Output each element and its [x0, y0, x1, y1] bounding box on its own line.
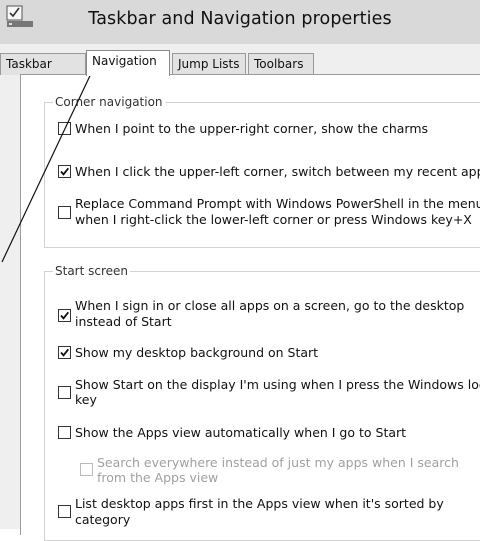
recent-apps-corner-label: When I click the upper-left corner, swit…	[75, 164, 480, 179]
corner-navigation-legend: Corner navigation	[53, 95, 165, 109]
charms-corner-checkbox[interactable]	[58, 122, 71, 135]
recent-apps-corner-checkbox[interactable]	[58, 165, 71, 178]
checkmark-icon	[60, 311, 70, 320]
show-start-display-label-line1: Show Start on the display I'm using when…	[75, 377, 480, 392]
show-start-display-label-line2: key	[75, 392, 97, 407]
checkmark-icon	[60, 167, 70, 176]
window-title: Taskbar and Navigation properties	[88, 9, 392, 29]
apps-view-checkbox[interactable]	[58, 426, 71, 439]
desktop-apps-first-label-line1: List desktop apps first in the Apps view…	[75, 496, 444, 511]
desktop-background-label: Show my desktop background on Start	[75, 345, 319, 360]
apps-view-label: Show the Apps view automatically when I …	[75, 425, 407, 440]
tab-navigation[interactable]: Navigation	[86, 50, 170, 76]
go-to-desktop-label-line2: instead of Start	[75, 314, 172, 329]
powershell-menu-label-line1: Replace Command Prompt with Windows Powe…	[75, 196, 480, 211]
tab-taskbar[interactable]: Taskbar	[0, 53, 86, 75]
tab-toolbars[interactable]: Toolbars	[248, 53, 314, 75]
desktop-apps-first-label-line2: category	[75, 512, 131, 527]
search-everywhere-checkbox[interactable]	[80, 463, 93, 476]
go-to-desktop-label-line1: When I sign in or close all apps on a sc…	[75, 298, 465, 313]
go-to-desktop-checkbox[interactable]	[58, 309, 71, 322]
search-everywhere-label-line2: from the Apps view	[97, 470, 219, 485]
title-bar: Taskbar and Navigation properties	[0, 0, 480, 44]
start-screen-legend: Start screen	[53, 264, 131, 278]
powershell-menu-label-line2: when I right-click the lower-left corner…	[75, 212, 472, 227]
powershell-menu-checkbox[interactable]	[58, 206, 71, 219]
desktop-background-checkbox[interactable]	[58, 346, 71, 359]
search-everywhere-label-line1: Search everywhere instead of just my app…	[97, 455, 459, 470]
show-start-display-checkbox[interactable]	[58, 386, 71, 399]
charms-corner-label: When I point to the upper-right corner, …	[75, 121, 429, 136]
desktop-apps-first-checkbox[interactable]	[58, 505, 71, 518]
tab-jump-lists[interactable]: Jump Lists	[172, 53, 246, 75]
checkmark-icon	[60, 348, 70, 357]
